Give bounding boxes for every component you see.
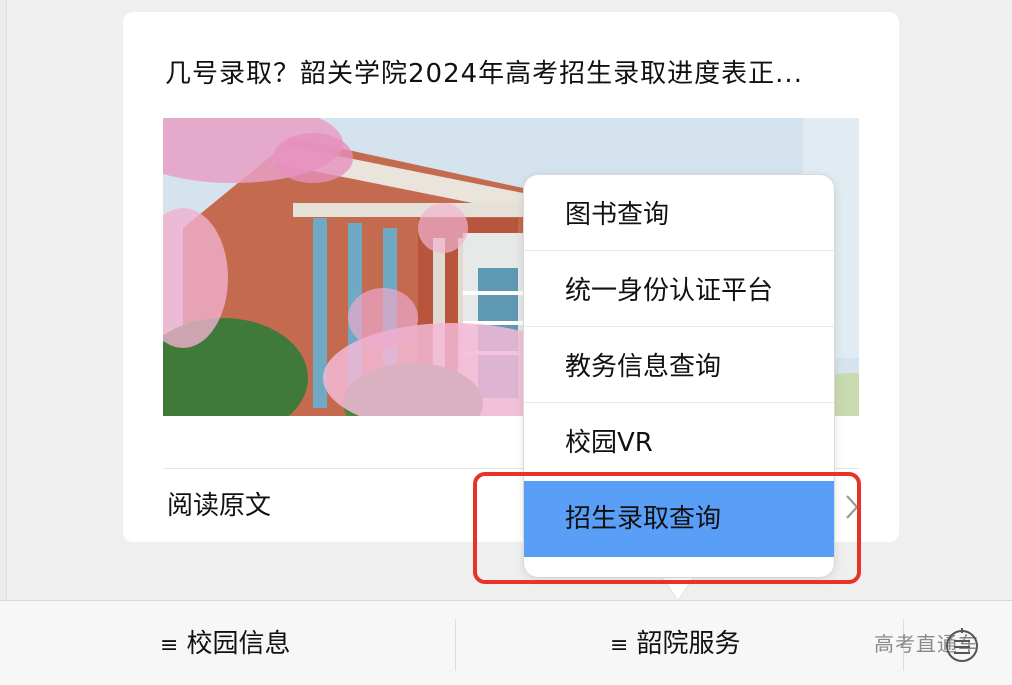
menu-item-unified-auth[interactable]: 统一身份认证平台	[524, 253, 834, 329]
read-original-link[interactable]: 阅读原文	[167, 486, 271, 526]
tab-campus-info-label: 校园信息	[186, 629, 291, 659]
watermark-logo-icon	[946, 628, 978, 662]
menu-separator	[524, 250, 834, 251]
menu-item-academic-info[interactable]: 教务信息查询	[524, 329, 834, 405]
tab-campus-info[interactable]: ≡ 校园信息	[160, 619, 290, 669]
bottom-menu-bar: ≡ 校园信息 ≡ 韶院服务	[0, 600, 1012, 685]
menu-item-campus-vr[interactable]: 校园VR	[524, 405, 834, 481]
tab-college-services[interactable]: ≡ 韶院服务	[610, 619, 740, 669]
tab-separator	[455, 619, 456, 671]
menu-item-library-search[interactable]: 图书查询	[524, 177, 834, 253]
article-title[interactable]: 几号录取？韶关学院2024年高考招生录取进度表正...	[165, 54, 855, 94]
highlight-box	[473, 472, 861, 584]
menu-lines-icon: ≡	[610, 633, 629, 658]
menu-lines-icon: ≡	[160, 633, 179, 658]
menu-separator	[524, 402, 834, 403]
tab-college-services-label: 韶院服务	[636, 629, 741, 659]
menu-separator	[524, 326, 834, 327]
left-panel-edge	[0, 0, 7, 600]
